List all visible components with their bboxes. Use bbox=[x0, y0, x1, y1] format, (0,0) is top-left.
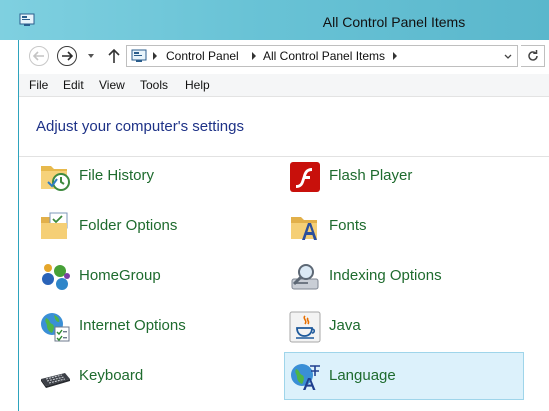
page-heading: Adjust your computer's settings bbox=[36, 118, 244, 135]
item-fonts[interactable]: Fonts bbox=[284, 202, 524, 250]
window-title: All Control Panel Items bbox=[322, 14, 466, 30]
homegroup-icon bbox=[42, 264, 70, 290]
back-arrow-icon bbox=[33, 51, 44, 61]
internet-options-icon bbox=[41, 313, 70, 342]
menu-tools[interactable]: Tools bbox=[140, 78, 168, 92]
forward-arrow-icon bbox=[62, 51, 73, 61]
navigation-bar: Control Panel All Control Panel Items bbox=[19, 40, 549, 72]
item-flash-player[interactable]: Flash Player bbox=[284, 152, 524, 200]
item-label: Keyboard bbox=[79, 367, 144, 384]
file-history-icon bbox=[41, 166, 70, 191]
item-language[interactable]: Language bbox=[284, 352, 524, 400]
item-java[interactable]: Java bbox=[284, 302, 524, 350]
forward-button[interactable] bbox=[57, 46, 77, 66]
fonts-icon bbox=[291, 217, 317, 240]
item-label: Folder Options bbox=[79, 217, 178, 234]
item-label: HomeGroup bbox=[79, 267, 161, 284]
menu-view[interactable]: View bbox=[99, 78, 125, 92]
control-panel-icon bbox=[19, 13, 35, 26]
item-file-history[interactable]: File History bbox=[34, 152, 274, 200]
item-label: Fonts bbox=[329, 217, 367, 234]
language-icon bbox=[291, 364, 320, 390]
java-icon bbox=[289, 311, 321, 343]
indexing-options-icon bbox=[291, 264, 319, 290]
item-folder-options[interactable]: Folder Options bbox=[34, 202, 274, 250]
control-panel-icon bbox=[131, 49, 147, 62]
item-label: Language bbox=[329, 367, 396, 384]
item-keyboard[interactable]: Keyboard bbox=[34, 352, 274, 400]
keyboard-icon bbox=[41, 373, 70, 388]
item-internet-options[interactable]: Internet Options bbox=[34, 302, 274, 350]
item-label: Indexing Options bbox=[329, 267, 442, 284]
refresh-icon bbox=[528, 50, 538, 61]
breadcrumb-chevron-icon[interactable] bbox=[392, 52, 398, 60]
title-bar[interactable]: All Control Panel Items bbox=[0, 0, 549, 40]
item-homegroup[interactable]: HomeGroup bbox=[34, 252, 274, 300]
item-label: File History bbox=[79, 167, 155, 184]
breadcrumb-all-items[interactable]: All Control Panel Items bbox=[263, 49, 385, 63]
refresh-button[interactable] bbox=[521, 45, 545, 67]
up-arrow-icon[interactable] bbox=[107, 48, 121, 64]
menu-bar: File Edit View Tools Help bbox=[19, 74, 549, 97]
explorer-window: Control Panel All Control Panel Items Fi… bbox=[18, 40, 549, 411]
folder-options-icon bbox=[41, 212, 68, 239]
back-button[interactable] bbox=[29, 46, 49, 66]
menu-help[interactable]: Help bbox=[185, 78, 210, 92]
flash-player-icon bbox=[290, 162, 320, 192]
item-label: Internet Options bbox=[79, 317, 186, 334]
menu-file[interactable]: File bbox=[29, 78, 48, 92]
breadcrumb-control-panel[interactable]: Control Panel bbox=[166, 49, 239, 63]
address-history-chevron-icon[interactable] bbox=[504, 53, 512, 61]
recent-locations-chevron-icon[interactable] bbox=[87, 52, 95, 60]
menu-edit[interactable]: Edit bbox=[63, 78, 84, 92]
item-label: Flash Player bbox=[329, 167, 413, 184]
breadcrumb-chevron-icon[interactable] bbox=[152, 52, 158, 60]
breadcrumb-chevron-icon[interactable] bbox=[251, 52, 257, 60]
address-bar[interactable]: Control Panel All Control Panel Items bbox=[126, 45, 518, 67]
item-label: Java bbox=[329, 317, 361, 334]
item-indexing-options[interactable]: Indexing Options bbox=[284, 252, 524, 300]
